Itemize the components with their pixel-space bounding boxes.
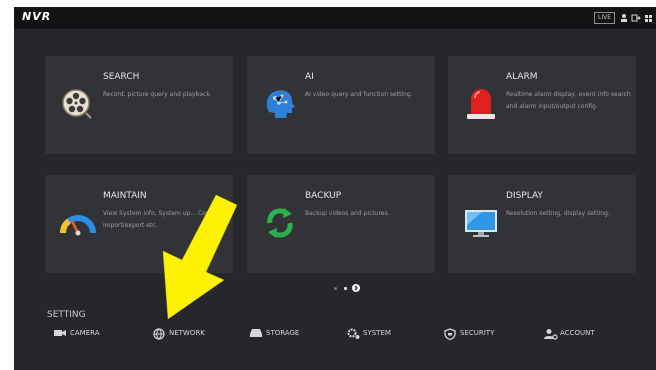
setting-label: STORAGE bbox=[266, 329, 300, 337]
alarm-siren-icon bbox=[467, 89, 495, 119]
film-reel-search-icon bbox=[62, 89, 92, 119]
tile-title: BACKUP bbox=[305, 191, 342, 201]
logout-icon[interactable] bbox=[631, 12, 641, 24]
page-dot[interactable] bbox=[334, 287, 337, 290]
tile-display[interactable]: DISPLAY Resolution setting, display sett… bbox=[448, 175, 636, 273]
user-icon[interactable] bbox=[619, 12, 629, 24]
tile-description: AI video query and function setting. bbox=[305, 91, 413, 98]
gears-icon bbox=[347, 328, 360, 339]
camera-icon bbox=[54, 330, 66, 336]
tile-description: Record, picture query and playback. bbox=[103, 91, 212, 98]
tile-search[interactable]: SEARCH Record, picture query and playbac… bbox=[45, 56, 233, 154]
tile-title: SEARCH bbox=[103, 72, 140, 82]
next-page-icon[interactable] bbox=[351, 283, 361, 293]
setting-label: ACCOUNT bbox=[560, 329, 595, 337]
tile-ai[interactable]: AI AI video query and function setting. bbox=[247, 56, 435, 154]
setting-label: SECURITY bbox=[460, 329, 495, 337]
tile-title: MAINTAIN bbox=[103, 191, 147, 201]
setting-section-label: SETTING bbox=[47, 310, 86, 320]
setting-label: CAMERA bbox=[70, 329, 100, 337]
user-gear-icon bbox=[544, 329, 558, 340]
setting-label: NETWORK bbox=[169, 329, 205, 337]
tile-title: DISPLAY bbox=[506, 191, 543, 201]
tile-maintain[interactable]: MAINTAIN View System info, System up... … bbox=[45, 175, 233, 273]
tile-title: ALARM bbox=[506, 72, 538, 82]
tile-backup[interactable]: BACKUP Backup videos and pictures. bbox=[247, 175, 435, 273]
gauge-icon bbox=[60, 215, 96, 236]
live-button[interactable]: LIVE bbox=[594, 12, 616, 24]
hard-drive-icon bbox=[250, 329, 262, 337]
tile-alarm[interactable]: ALARM Realtime alarm display, event info… bbox=[448, 56, 636, 154]
globe-icon bbox=[153, 328, 165, 340]
menu-grid-icon[interactable] bbox=[644, 12, 654, 24]
tile-description: Resolution setting, display setting. bbox=[506, 210, 610, 217]
top-bar: NVR LIVE bbox=[14, 7, 656, 29]
tile-description: Realtime alarm display, event info searc… bbox=[506, 91, 631, 110]
shield-icon bbox=[444, 328, 456, 340]
page-dot-active[interactable] bbox=[344, 287, 347, 290]
setting-label: SYSTEM bbox=[363, 329, 391, 337]
tile-description: Backup videos and pictures. bbox=[305, 210, 390, 217]
tile-description: View System info, System up... Config im… bbox=[103, 210, 218, 229]
monitor-icon bbox=[465, 210, 497, 237]
refresh-arrows-icon bbox=[267, 208, 293, 238]
ai-head-icon bbox=[266, 90, 295, 118]
tile-title: AI bbox=[305, 72, 314, 82]
nvr-logo: NVR bbox=[22, 10, 52, 23]
nvr-main-menu-screen: NVR LIVE SEARCH Record, picture query an… bbox=[14, 7, 656, 370]
